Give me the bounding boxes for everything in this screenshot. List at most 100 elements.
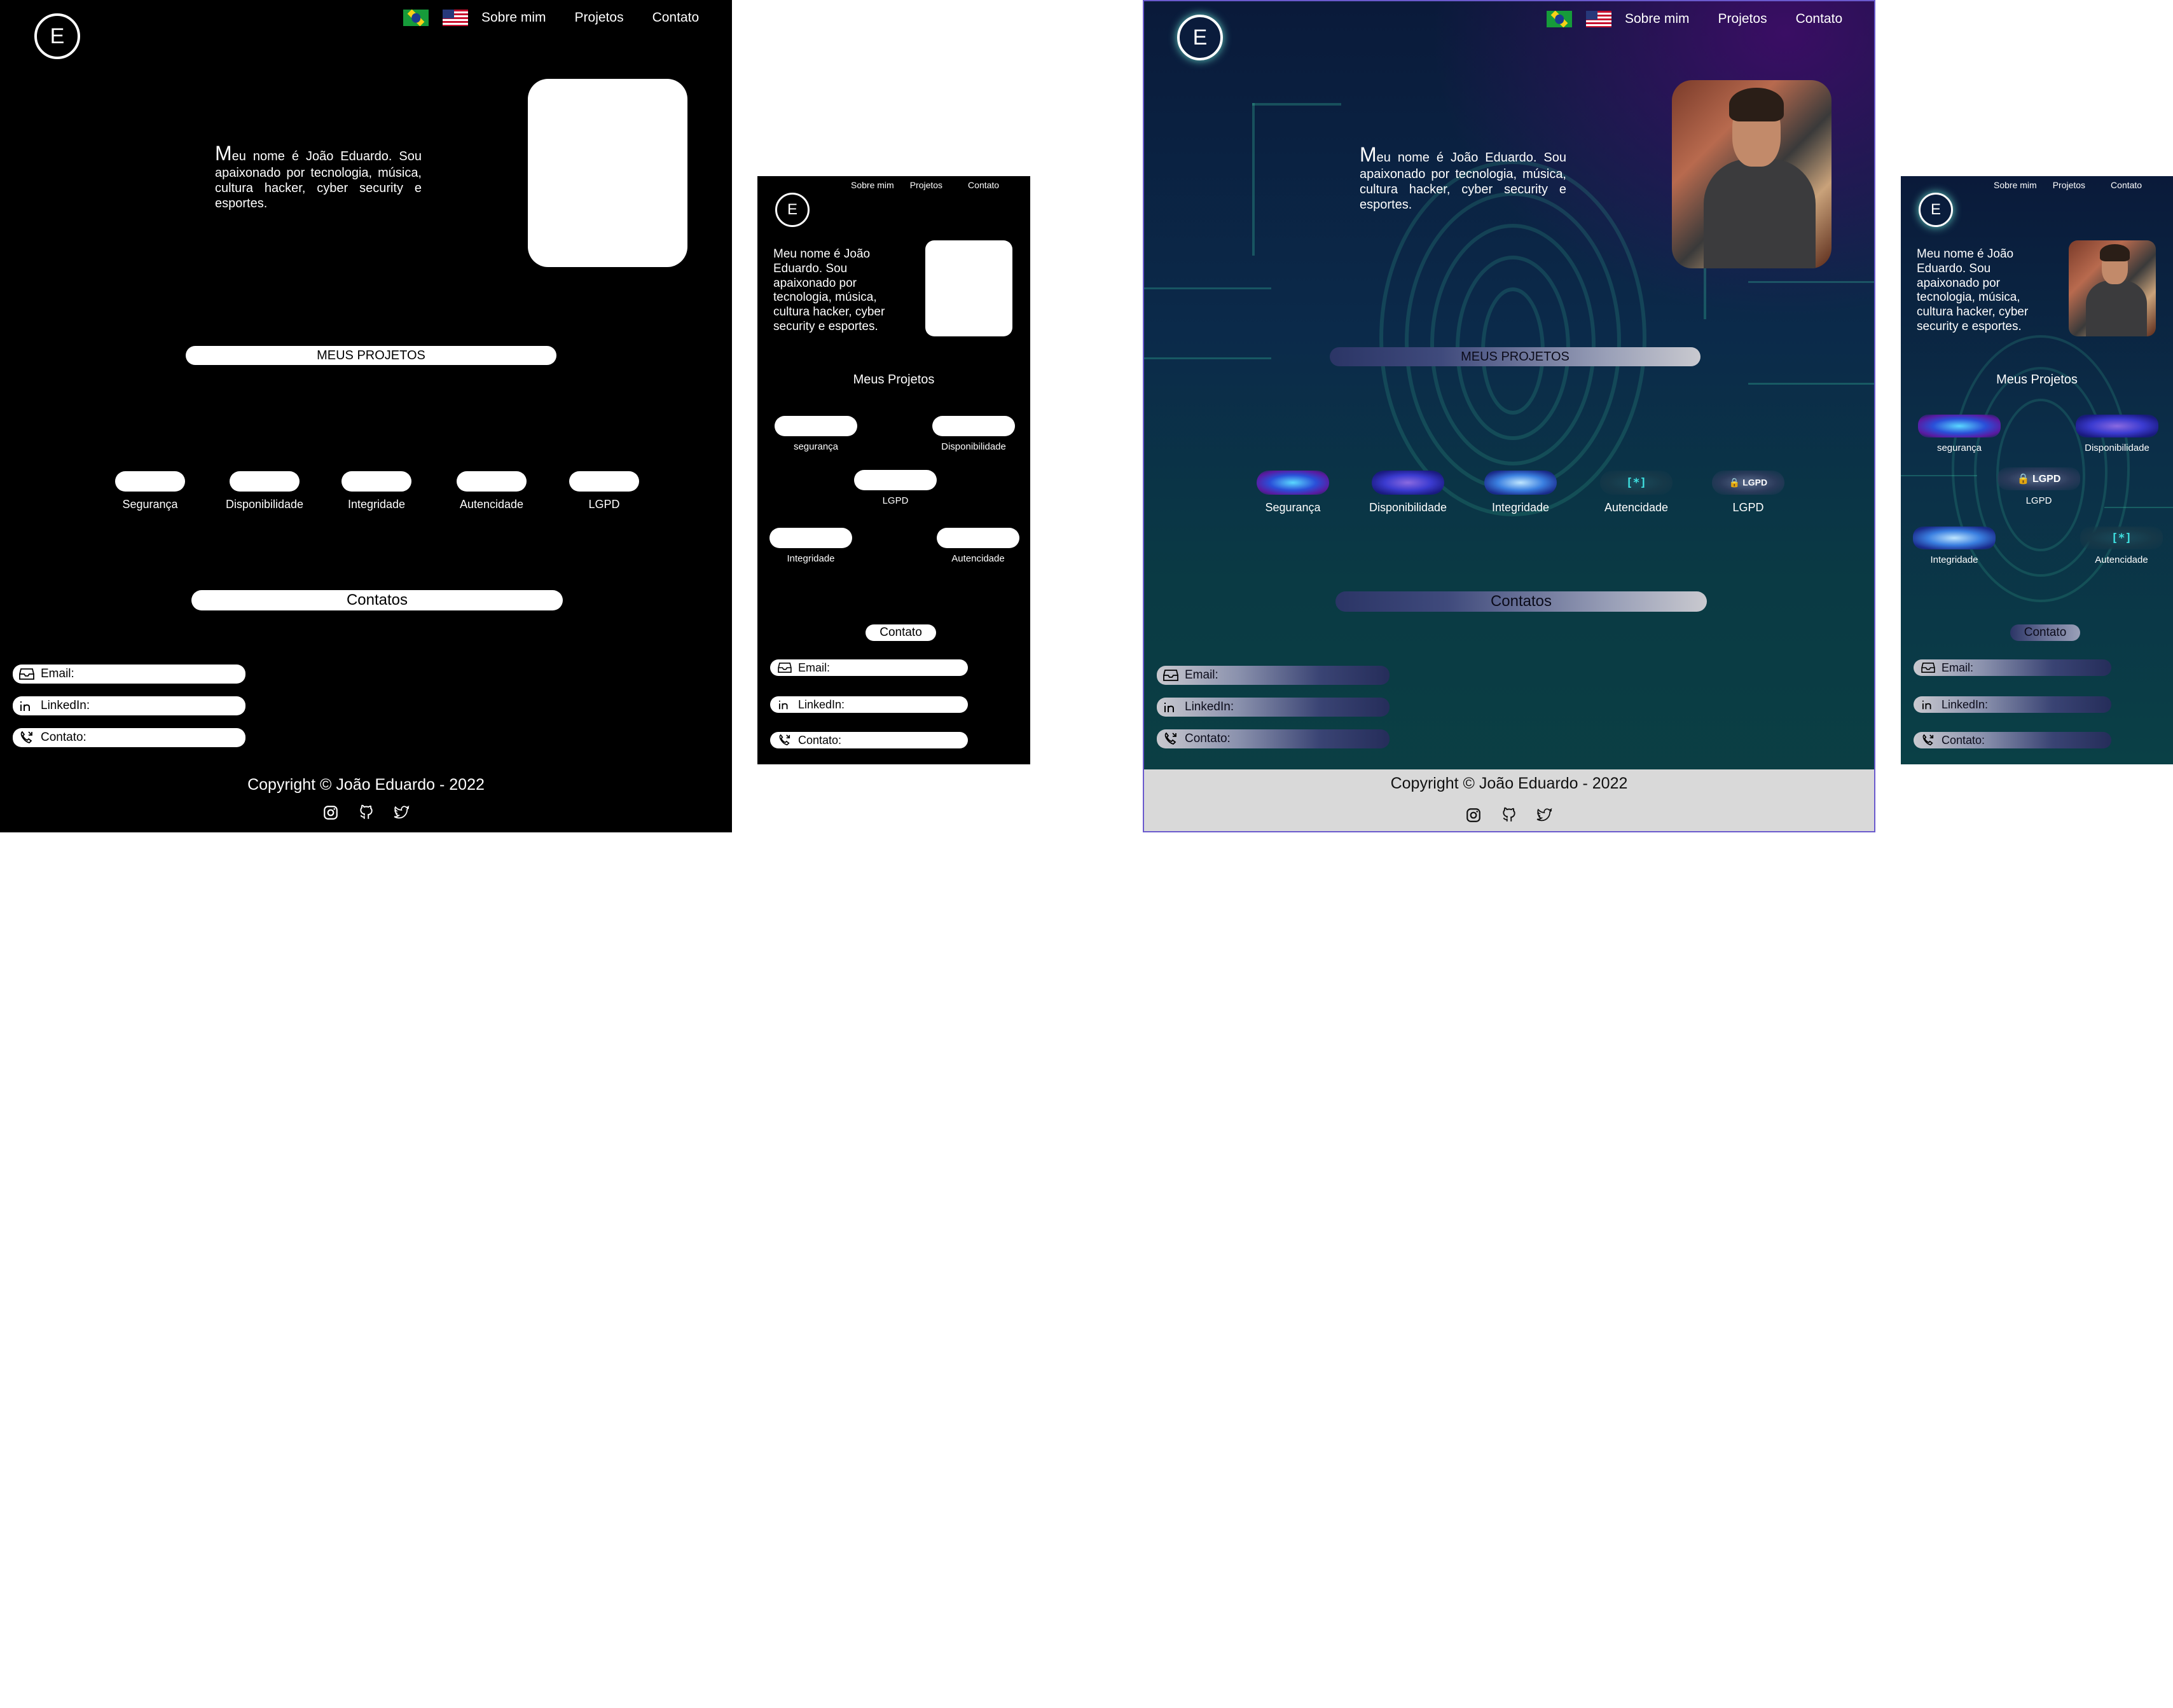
project-thumbnail[interactable] bbox=[775, 416, 857, 436]
project-thumbnail[interactable] bbox=[1372, 471, 1444, 495]
top-nav: Sobre mim Projetos Contato bbox=[403, 8, 699, 28]
project-card-lgpd[interactable]: 🔒 LGPD LGPD bbox=[1710, 471, 1786, 514]
project-thumbnail[interactable] bbox=[1913, 527, 1996, 549]
shield-lock-icon: [*] bbox=[1625, 476, 1647, 490]
inbox-icon bbox=[19, 668, 34, 680]
profile-photo bbox=[1672, 80, 1832, 268]
project-thumbnail[interactable]: 🔒 LGPD bbox=[1712, 471, 1784, 495]
contact-phone[interactable]: Contato: bbox=[1157, 729, 1390, 748]
contact-phone[interactable]: Contato: bbox=[770, 732, 968, 748]
twitter-icon[interactable] bbox=[1536, 807, 1553, 823]
desktop-wireframe: E Sobre mim Projetos Contato Meu nome é … bbox=[0, 0, 732, 832]
nav-contact[interactable]: Contato bbox=[2111, 180, 2142, 190]
nav-projects[interactable]: Projetos bbox=[575, 10, 624, 25]
logo-letter: E bbox=[787, 201, 797, 218]
project-thumbnail[interactable] bbox=[854, 470, 937, 490]
project-thumbnail[interactable] bbox=[569, 471, 639, 492]
project-card-lgpd[interactable]: LGPD bbox=[851, 470, 940, 506]
project-card-integridade[interactable]: Integridade bbox=[1910, 527, 1999, 565]
nav-contact[interactable]: Contato bbox=[1796, 11, 1843, 27]
project-card-disponibilidade[interactable]: Disponibilidade bbox=[2073, 415, 2162, 453]
project-label: Autencidade bbox=[2095, 554, 2148, 565]
project-card-autencidade[interactable]: Autencidade bbox=[453, 471, 530, 511]
intro-body: eu nome é João Eduardo. Sou apaixonado p… bbox=[215, 149, 422, 211]
project-thumbnail[interactable]: 🔒 LGPD bbox=[1997, 467, 2080, 490]
project-thumbnail[interactable]: [*] bbox=[1600, 471, 1673, 495]
contact-email[interactable]: Email: bbox=[770, 659, 968, 676]
nav-about[interactable]: Sobre mim bbox=[1994, 180, 2037, 190]
project-thumbnail[interactable] bbox=[2076, 415, 2158, 437]
logo[interactable]: E bbox=[34, 13, 80, 59]
contact-linkedin[interactable]: LinkedIn: bbox=[770, 696, 968, 713]
project-card-integridade[interactable]: Integridade bbox=[338, 471, 415, 511]
nav-contact[interactable]: Contato bbox=[652, 10, 700, 25]
project-thumbnail[interactable] bbox=[937, 528, 1019, 548]
project-card-disponibilidade[interactable]: Disponibilidade bbox=[217, 471, 312, 511]
project-thumbnail[interactable] bbox=[769, 528, 852, 548]
logo[interactable]: E bbox=[1919, 193, 1953, 227]
project-label: Autencidade bbox=[1604, 501, 1669, 514]
project-card-integridade[interactable]: Integridade bbox=[766, 528, 855, 564]
contact-linkedin[interactable]: LinkedIn: bbox=[1157, 698, 1390, 717]
project-thumbnail[interactable] bbox=[115, 471, 185, 492]
twitter-icon[interactable] bbox=[394, 804, 410, 821]
usa-flag-icon[interactable] bbox=[443, 10, 468, 26]
top-nav: Sobre mim Projetos Contato bbox=[851, 180, 999, 190]
contact-email[interactable]: Email: bbox=[1157, 666, 1390, 685]
nav-projects[interactable]: Projetos bbox=[1718, 11, 1767, 27]
projects-title: Meus Projetos bbox=[853, 373, 935, 387]
project-thumbnail[interactable] bbox=[1484, 471, 1557, 495]
profile-photo-placeholder bbox=[925, 240, 1012, 336]
project-thumbnail[interactable] bbox=[1918, 415, 2001, 437]
project-thumbnail[interactable] bbox=[457, 471, 527, 492]
contact-phone[interactable]: Contato: bbox=[1914, 732, 2111, 748]
project-label: Disponibilidade bbox=[2085, 443, 2149, 453]
contact-linkedin[interactable]: LinkedIn: bbox=[13, 696, 245, 715]
logo[interactable]: E bbox=[775, 193, 810, 227]
inbox-icon bbox=[778, 662, 792, 673]
project-thumbnail[interactable] bbox=[230, 471, 300, 492]
github-icon[interactable] bbox=[1501, 807, 1517, 823]
phone-icon bbox=[1163, 732, 1178, 746]
project-card-lgpd[interactable]: 🔒 LGPD LGPD bbox=[1994, 467, 2083, 506]
contact-phone[interactable]: Contato: bbox=[13, 728, 245, 747]
usa-flag-icon[interactable] bbox=[1586, 11, 1611, 27]
project-card-integridade[interactable]: Integridade bbox=[1482, 471, 1559, 514]
instagram-icon[interactable] bbox=[322, 804, 339, 821]
instagram-icon[interactable] bbox=[1465, 807, 1482, 823]
github-icon[interactable] bbox=[358, 804, 375, 821]
logo[interactable]: E bbox=[1177, 15, 1223, 60]
nav-about[interactable]: Sobre mim bbox=[1625, 11, 1690, 27]
contact-linkedin[interactable]: LinkedIn: bbox=[1914, 696, 2111, 713]
project-card-autencidade[interactable]: [*] Autencidade bbox=[1598, 471, 1674, 514]
project-card-disponibilidade[interactable]: Disponibilidade bbox=[1360, 471, 1456, 514]
project-label: Autencidade bbox=[459, 498, 524, 511]
project-thumbnail[interactable]: [*] bbox=[2080, 527, 2163, 549]
contact-email[interactable]: Email: bbox=[13, 665, 245, 684]
project-card-seguranca[interactable]: Segurança bbox=[112, 471, 188, 511]
project-thumbnail[interactable] bbox=[341, 471, 411, 492]
contact-email[interactable]: Email: bbox=[1914, 659, 2111, 676]
project-card-disponibilidade[interactable]: Disponibilidade bbox=[929, 416, 1018, 452]
desktop-styled: E Sobre mim Projetos Contato Meu nome é … bbox=[1143, 0, 1875, 832]
nav-projects[interactable]: Projetos bbox=[2053, 180, 2085, 190]
project-card-seguranca[interactable]: segurança bbox=[771, 416, 860, 452]
brazil-flag-icon[interactable] bbox=[1547, 11, 1572, 27]
project-thumbnail[interactable] bbox=[932, 416, 1015, 436]
shield-lock-icon: [*] bbox=[2111, 531, 2132, 545]
project-card-seguranca[interactable]: Segurança bbox=[1255, 471, 1331, 514]
project-thumbnail[interactable] bbox=[1257, 471, 1329, 495]
contacts-title: Contato bbox=[866, 624, 936, 641]
nav-about[interactable]: Sobre mim bbox=[851, 180, 894, 190]
project-label: segurança bbox=[1936, 443, 1982, 453]
project-card-autencidade[interactable]: [*] Autencidade bbox=[2077, 527, 2166, 565]
project-label: Disponibilidade bbox=[941, 441, 1006, 452]
brazil-flag-icon[interactable] bbox=[403, 10, 429, 26]
mobile-styled: Sobre mim Projetos Contato E Meu nome é … bbox=[1901, 176, 2173, 764]
nav-contact[interactable]: Contato bbox=[968, 180, 999, 190]
nav-about[interactable]: Sobre mim bbox=[481, 10, 546, 25]
project-card-lgpd[interactable]: LGPD bbox=[566, 471, 642, 511]
project-card-seguranca[interactable]: segurança bbox=[1915, 415, 2004, 453]
nav-projects[interactable]: Projetos bbox=[910, 180, 942, 190]
project-card-autencidade[interactable]: Autencidade bbox=[934, 528, 1023, 564]
